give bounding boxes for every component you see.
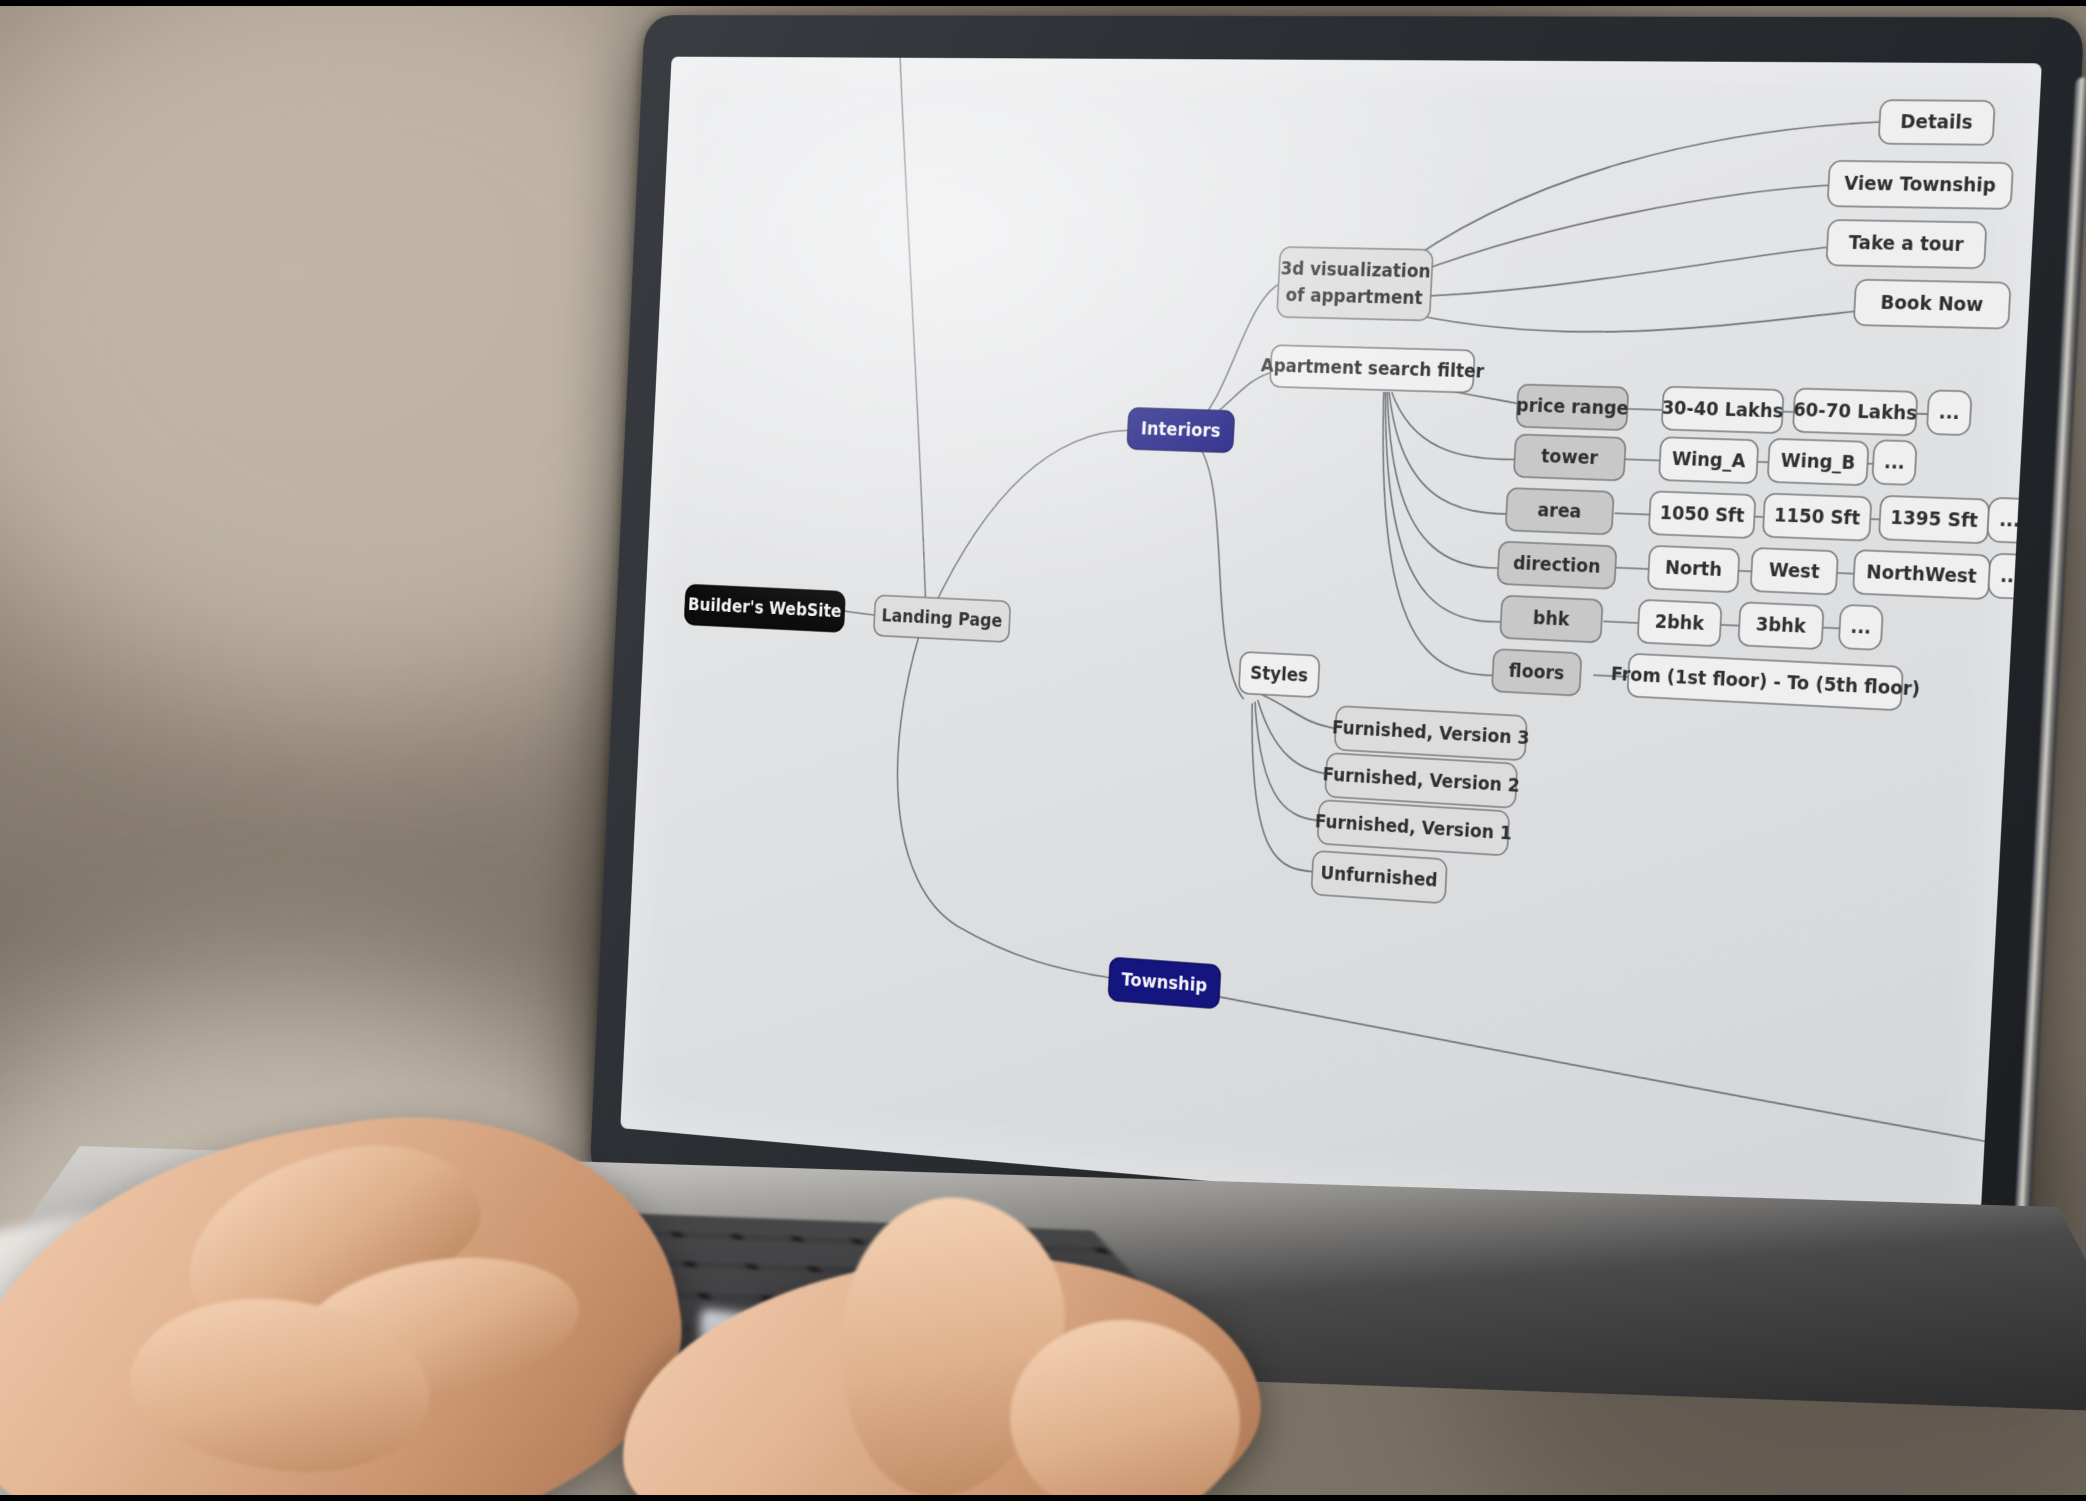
node-action-take-a-tour-label: Take a tour: [1848, 232, 1964, 256]
laptop: Builder's WebSite Landing Page Interiors: [0, 0, 2086, 1501]
node-value-label: 1150 Sft: [1774, 505, 1862, 530]
laptop-screen: Builder's WebSite Landing Page Interiors: [620, 56, 2042, 1251]
node-filter-area[interactable]: area: [1506, 488, 1614, 534]
node-value-label: 1395 Sft: [1890, 507, 1979, 533]
node-3d-visualization-label-line2: of appartment: [1285, 285, 1423, 309]
node-value-label: West: [1768, 560, 1820, 584]
node-style-unfurnished[interactable]: Unfurnished: [1311, 851, 1447, 904]
mindmap-edges: [822, 57, 2042, 1142]
node-action-details-label: Details: [1900, 111, 1973, 134]
node-action-view-township-label: View Township: [1844, 173, 1997, 197]
node-3d-visualization[interactable]: 3d visualization of appartment: [1277, 247, 1433, 321]
node-filter-direction[interactable]: direction: [1497, 542, 1616, 589]
node-filter-bhk[interactable]: bhk: [1500, 596, 1603, 643]
node-value-label: 3bhk: [1755, 614, 1807, 638]
letterbox-bottom: [0, 1495, 2086, 1501]
node-value-area-1[interactable]: 1150 Sft: [1763, 493, 1872, 540]
node-action-view-township[interactable]: View Township: [1827, 161, 2013, 209]
node-value-label: ...: [1883, 452, 1905, 475]
node-filter-direction-label: direction: [1512, 553, 1601, 578]
node-value-label: Wing_A: [1671, 449, 1746, 473]
node-value-label: Wing_B: [1780, 450, 1856, 475]
node-value-direction-1[interactable]: West: [1751, 548, 1838, 595]
screenshot-stage: Builder's WebSite Landing Page Interiors: [0, 0, 2086, 1501]
node-style-furnished-v1[interactable]: Furnished, Version 1: [1314, 800, 1513, 856]
node-filter-tower[interactable]: tower: [1514, 434, 1626, 480]
node-root[interactable]: Builder's WebSite: [684, 585, 845, 633]
node-action-details[interactable]: Details: [1879, 100, 1995, 145]
node-value-direction-0[interactable]: North: [1648, 546, 1740, 593]
node-value-area-2[interactable]: 1395 Sft: [1879, 496, 1989, 544]
node-value-floors-range[interactable]: From (1st floor) - To (5th floor): [1610, 653, 1921, 711]
node-value-tower-0[interactable]: Wing_A: [1659, 437, 1758, 483]
node-value-area-more[interactable]: ...: [1987, 498, 2032, 543]
node-value-label: NorthWest: [1866, 562, 1978, 589]
node-filter-bhk-label: bhk: [1532, 608, 1571, 631]
node-styles-label: Styles: [1250, 663, 1309, 687]
node-value-label: North: [1665, 557, 1723, 581]
node-value-direction-more[interactable]: ...: [1988, 553, 2033, 599]
node-value-area-0[interactable]: 1050 Sft: [1649, 491, 1756, 538]
node-value-tower-1[interactable]: Wing_B: [1768, 439, 1869, 486]
node-value-bhk-1[interactable]: 3bhk: [1738, 602, 1823, 649]
node-interiors[interactable]: Interiors: [1127, 408, 1234, 453]
node-filter-tower-label: tower: [1541, 446, 1599, 470]
node-interiors-label: Interiors: [1140, 419, 1221, 443]
node-style-furnished-v2[interactable]: Furnished, Version 2: [1321, 753, 1520, 808]
letterbox-top: [0, 0, 2086, 6]
node-landing-page[interactable]: Landing Page: [874, 595, 1011, 642]
node-filter-floors[interactable]: floors: [1492, 649, 1582, 696]
node-value-direction-2[interactable]: NorthWest: [1853, 550, 1990, 599]
node-action-book-now[interactable]: Book Now: [1854, 280, 2011, 329]
node-value-price-range-0[interactable]: 30-40 Lakhs: [1661, 387, 1785, 434]
node-style-furnished-v3[interactable]: Furnished, Version 3: [1331, 706, 1531, 761]
node-value-label: ...: [1850, 616, 1872, 639]
node-value-price-range-1[interactable]: 60-70 Lakhs: [1792, 388, 1918, 435]
node-value-label: 60-70 Lakhs: [1793, 399, 1918, 425]
node-filter-price-range[interactable]: price range: [1515, 384, 1629, 430]
node-apartment-search-filter[interactable]: Apartment search filter: [1260, 345, 1486, 393]
node-styles[interactable]: Styles: [1239, 652, 1320, 698]
node-filter-floors-label: floors: [1508, 661, 1565, 685]
node-action-book-now-label: Book Now: [1880, 292, 1984, 316]
node-3d-visualization-label-line1: 3d visualization: [1280, 259, 1431, 283]
node-value-price-range-more[interactable]: ...: [1927, 390, 1972, 435]
node-township[interactable]: Township: [1108, 957, 1220, 1008]
node-value-label: 30-40 Lakhs: [1661, 398, 1784, 424]
node-filter-area-label: area: [1537, 500, 1582, 523]
node-filter-price-range-label: price range: [1516, 395, 1629, 420]
node-value-label: 2bhk: [1654, 611, 1706, 635]
node-value-label: ...: [2000, 565, 2022, 588]
node-value-tower-more[interactable]: ...: [1872, 440, 1917, 485]
node-value-bhk-more[interactable]: ...: [1839, 605, 1883, 650]
node-value-bhk-0[interactable]: 2bhk: [1638, 600, 1722, 647]
mindmap-canvas[interactable]: Builder's WebSite Landing Page Interiors: [620, 57, 2042, 1251]
node-value-label: 1050 Sft: [1659, 503, 1745, 528]
node-value-label: ...: [1938, 402, 1960, 425]
node-value-label: ...: [1999, 509, 2021, 532]
laptop-lid: Builder's WebSite Landing Page Interiors: [589, 15, 2086, 1316]
node-action-take-a-tour[interactable]: Take a tour: [1826, 220, 1986, 268]
